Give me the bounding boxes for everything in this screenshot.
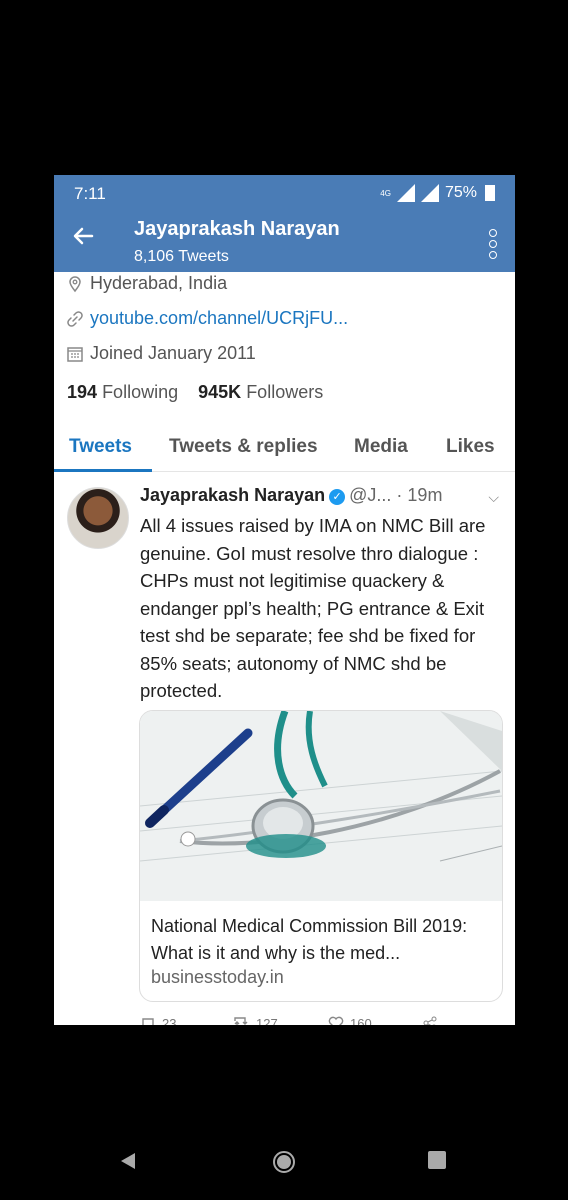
profile-joined: Joined January 2011: [66, 343, 256, 364]
battery-icon: [485, 185, 495, 201]
tab-tweets[interactable]: Tweets: [69, 436, 132, 458]
card-title: National Medical Commission Bill 2019: W…: [151, 916, 468, 963]
website-link[interactable]: youtube.com/channel/UCRjFU...: [90, 308, 348, 329]
nav-home-button[interactable]: [272, 1150, 296, 1179]
like-button[interactable]: 160: [328, 1015, 372, 1025]
wifi-signal-icon: [396, 184, 415, 202]
follow-stats: 194 Following 945K Followers: [67, 382, 323, 403]
profile-tabs: Tweets Tweets & replies Media Likes: [54, 431, 515, 472]
profile-website[interactable]: youtube.com/channel/UCRjFU...: [66, 308, 348, 329]
followers-link[interactable]: 945K Followers: [198, 382, 323, 402]
home-circle-icon: [273, 1151, 295, 1173]
phone-screen: 7:11 4G 75% Jayaprakash Narayan 8,106 Tw…: [54, 175, 515, 1025]
retweet-button[interactable]: 127: [232, 1015, 278, 1025]
more-options-button[interactable]: [489, 229, 497, 259]
battery-percent: 75%: [444, 184, 477, 201]
heart-icon: [328, 1016, 344, 1025]
verified-badge-icon: ✓: [329, 489, 346, 505]
profile-location: Hyderabad, India: [66, 273, 227, 294]
followers-label: Followers: [246, 382, 324, 402]
tweet-author-name[interactable]: Jayaprakash Narayan: [140, 485, 325, 505]
tab-likes[interactable]: Likes: [446, 436, 495, 458]
link-icon: [67, 310, 83, 327]
more-dot-icon: [489, 251, 497, 259]
tweet-text: All 4 issues raised by IMA on NMC Bill a…: [140, 515, 486, 701]
avatar[interactable]: [67, 487, 129, 549]
arrow-left-icon: [73, 227, 94, 245]
nav-back-button[interactable]: [117, 1150, 139, 1177]
like-count: 160: [350, 1015, 372, 1026]
nav-recents-button[interactable]: [427, 1150, 447, 1175]
share-button[interactable]: [422, 1015, 438, 1025]
triangle-back-icon: [121, 1153, 135, 1169]
location-text: Hyderabad, India: [90, 273, 228, 293]
network-icon: 4G: [380, 188, 391, 198]
retweet-count: 127: [256, 1015, 278, 1026]
share-icon: [423, 1016, 437, 1025]
card-domain: businesstoday.in: [151, 967, 284, 987]
cell-signal-icon: [420, 184, 439, 202]
reply-count: 23: [162, 1015, 177, 1026]
location-pin-icon: [69, 275, 81, 292]
tweet-author-line: Jayaprakash Narayan ✓ @J... · 19m: [140, 485, 442, 506]
back-button[interactable]: [72, 225, 94, 251]
link-card[interactable]: National Medical Commission Bill 2019: W…: [139, 710, 503, 1002]
more-dot-icon: [489, 229, 497, 237]
status-time: 7:11: [74, 184, 106, 203]
chevron-down-icon[interactable]: ⌵: [488, 489, 499, 506]
android-nav-bar: [0, 1130, 568, 1200]
retweet-icon: [234, 1017, 248, 1025]
tab-tweets-replies[interactable]: Tweets & replies: [169, 436, 318, 458]
followers-count: 945K: [198, 382, 242, 402]
following-count: 194: [67, 382, 98, 402]
tweet-count: 8,106 Tweets: [134, 248, 229, 265]
reply-button[interactable]: 23: [140, 1015, 176, 1025]
joined-text: Joined January 2011: [90, 343, 256, 363]
status-icons: 4G 75%: [380, 184, 495, 202]
calendar-icon: [67, 346, 83, 362]
following-label: Following: [102, 382, 179, 402]
square-recents-icon: [428, 1151, 446, 1169]
tweet-time: · 19m: [396, 485, 443, 505]
reply-icon: [142, 1018, 154, 1025]
following-link[interactable]: 194 Following: [67, 382, 183, 402]
more-dot-icon: [489, 240, 497, 248]
profile-title: Jayaprakash Narayan: [134, 218, 340, 240]
profile-header: 7:11 4G 75% Jayaprakash Narayan 8,106 Tw…: [54, 175, 515, 272]
tab-media[interactable]: Media: [354, 436, 408, 458]
tweet-handle[interactable]: @J...: [349, 485, 391, 505]
active-tab-indicator: [54, 469, 152, 472]
card-image: [140, 711, 502, 901]
